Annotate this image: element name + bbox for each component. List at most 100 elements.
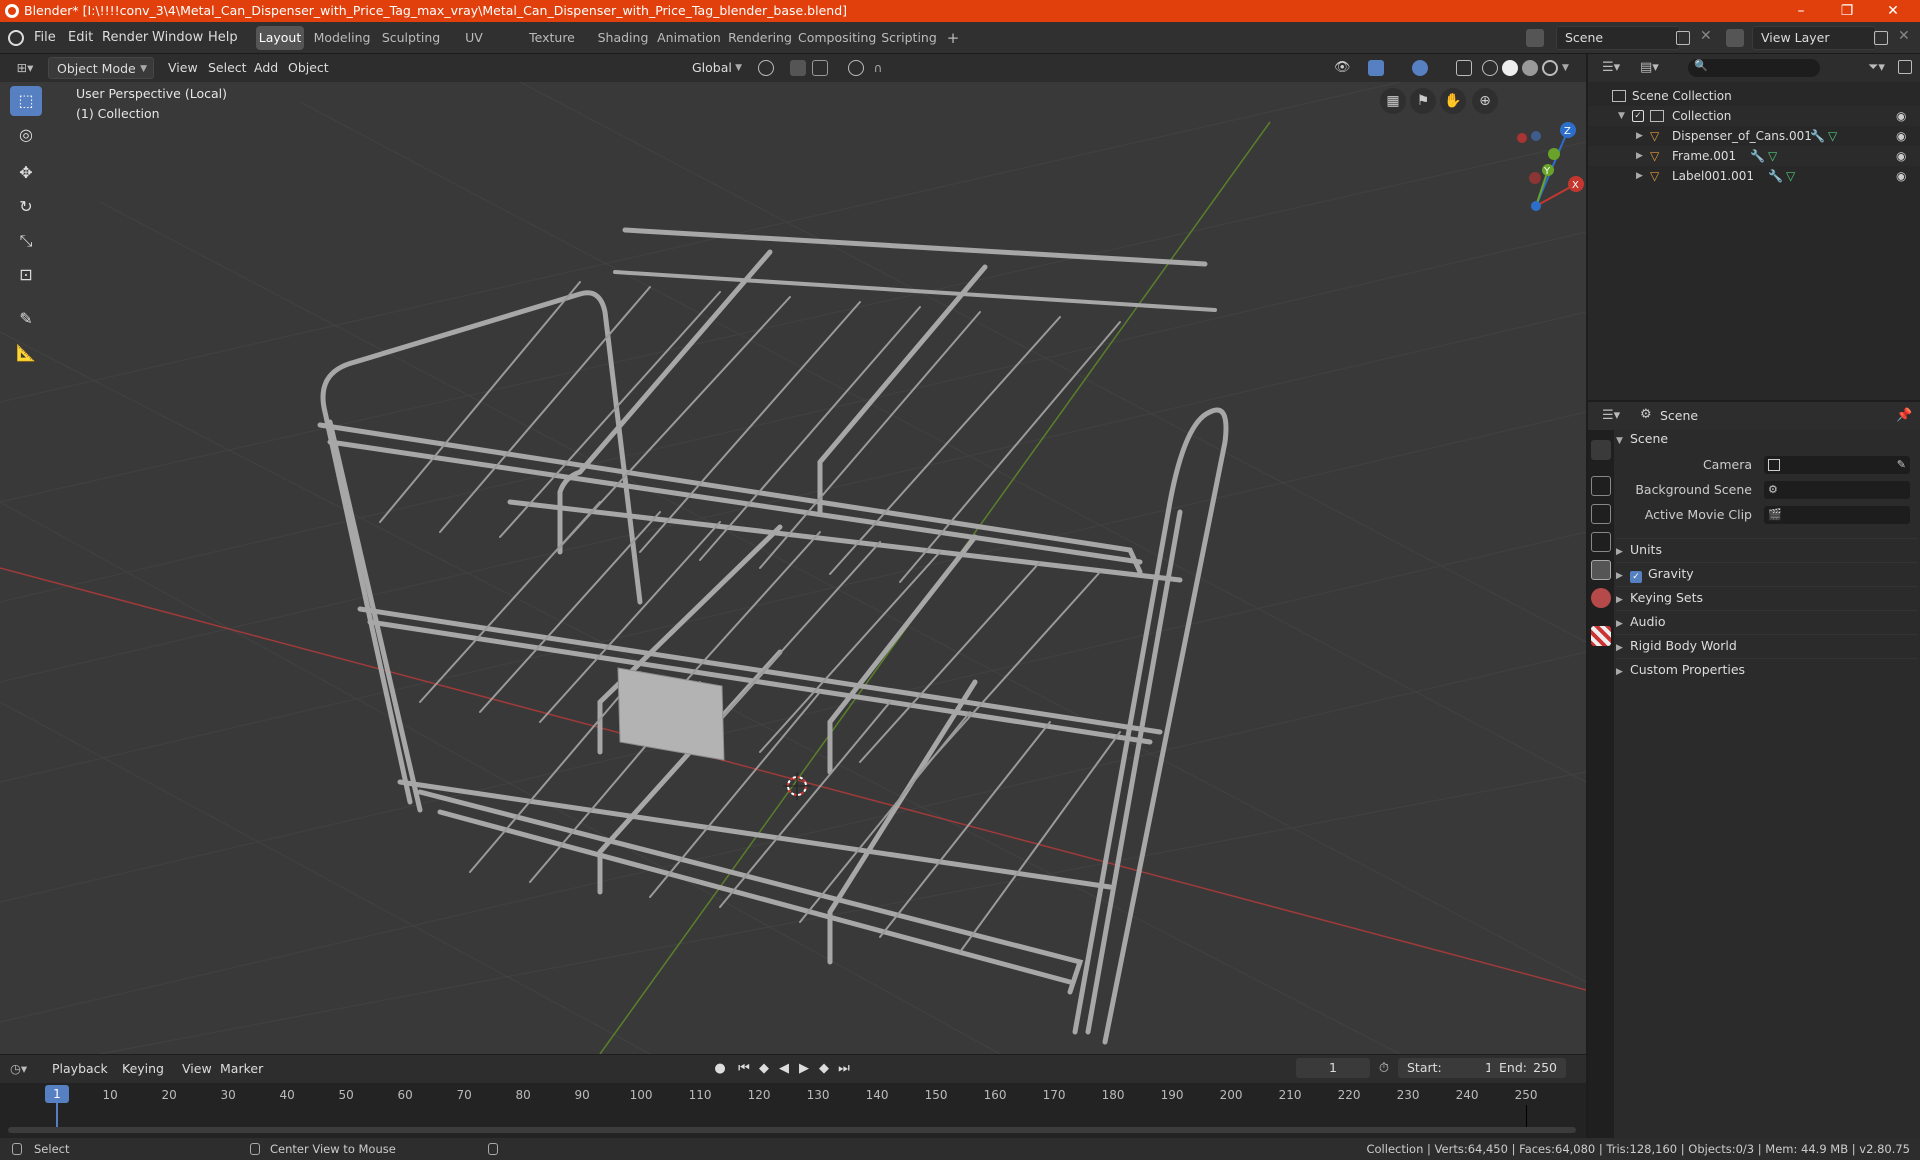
expand-arrow-icon[interactable]: ▶: [1636, 146, 1643, 166]
modifier-wrench-icon[interactable]: 🔧: [1750, 146, 1765, 166]
menu-edit[interactable]: Edit: [68, 22, 93, 54]
rigid-body-world-panel[interactable]: ▶ Rigid Body World: [1616, 634, 1918, 656]
custom-properties-panel[interactable]: ▶ Custom Properties: [1616, 658, 1918, 680]
menu-file[interactable]: File: [34, 22, 56, 54]
expand-arrow-icon[interactable]: ▶: [1636, 126, 1643, 146]
gizmo-toggle-icon[interactable]: [1368, 60, 1384, 76]
playhead-frame-badge[interactable]: 1: [45, 1085, 69, 1103]
menu-playback[interactable]: Playback: [52, 1058, 108, 1080]
outliner-row-object[interactable]: ▶ ▽ Frame.001 🔧 ▽ ◉: [1588, 146, 1920, 166]
object-mode-dropdown[interactable]: Object Mode ▼: [48, 57, 154, 79]
filter-icon[interactable]: ⏷▾: [1868, 60, 1885, 75]
menu-help[interactable]: Help: [208, 22, 238, 54]
keying-sets-panel[interactable]: ▶ Keying Sets: [1616, 586, 1918, 608]
pivot-point-icon[interactable]: [758, 60, 774, 76]
maximize-button[interactable]: ❐: [1824, 0, 1870, 22]
scale-tool-icon[interactable]: ⤡: [10, 226, 42, 256]
move-tool-icon[interactable]: ✥: [10, 158, 42, 188]
timeline-editor-icon[interactable]: ◷▾: [10, 1058, 40, 1080]
pin-icon[interactable]: 📌: [1896, 408, 1912, 423]
background-scene-field[interactable]: ⚙: [1764, 481, 1910, 499]
modifier-wrench-icon[interactable]: 🔧: [1768, 166, 1783, 186]
select-box-tool-icon[interactable]: ⬚: [10, 86, 42, 116]
properties-editor-icon[interactable]: ☰▾: [1602, 408, 1620, 423]
units-panel[interactable]: ▶ Units: [1616, 538, 1918, 560]
menu-window[interactable]: Window: [152, 22, 203, 54]
tab-scripting[interactable]: Scripting: [878, 26, 940, 50]
close-button[interactable]: ✕: [1870, 0, 1916, 22]
modifier-wrench-icon[interactable]: 🔧: [1810, 126, 1825, 146]
record-icon[interactable]: ●: [712, 1061, 728, 1077]
new-view-layer-icon[interactable]: [1874, 31, 1888, 45]
proportional-edit-icon[interactable]: [848, 60, 864, 76]
output-tab-icon[interactable]: [1591, 504, 1611, 524]
3d-viewport[interactable]: Z X Y: [0, 82, 1586, 1054]
rendered-shading-icon[interactable]: [1542, 60, 1558, 76]
visibility-eye-icon[interactable]: ◉: [1896, 166, 1906, 186]
remove-scene-icon[interactable]: ✕: [1700, 28, 1712, 44]
display-mode-icon[interactable]: ▤▾: [1640, 60, 1664, 76]
falloff-icon[interactable]: ∩: [870, 60, 886, 76]
mesh-data-icon[interactable]: ▽: [1828, 126, 1837, 146]
measure-tool-icon[interactable]: 📐: [10, 338, 42, 368]
outliner-row-scene-collection[interactable]: Scene Collection: [1588, 86, 1920, 106]
scene-tab-icon[interactable]: [1591, 560, 1611, 580]
pan-hand-icon[interactable]: ✋: [1440, 88, 1466, 114]
gravity-panel[interactable]: ▶ ✓ Gravity: [1616, 562, 1918, 584]
overlays-toggle-icon[interactable]: [1412, 60, 1428, 76]
visibility-eye-icon[interactable]: ◉: [1896, 106, 1906, 126]
tab-rendering[interactable]: Rendering: [728, 26, 792, 50]
transform-tool-icon[interactable]: ⊡: [10, 260, 42, 290]
scene-panel-header[interactable]: ▼ Scene: [1616, 428, 1918, 450]
outliner-editor-icon[interactable]: ☰▾: [1602, 60, 1626, 76]
audio-panel[interactable]: ▶ Audio: [1616, 610, 1918, 632]
xray-toggle-icon[interactable]: [1456, 60, 1472, 76]
tab-compositing[interactable]: Compositing: [798, 26, 876, 50]
play-reverse-icon[interactable]: ◀: [776, 1061, 792, 1077]
menu-object[interactable]: Object: [288, 57, 329, 79]
tool-tab-icon[interactable]: [1591, 440, 1611, 460]
tab-layout[interactable]: Layout: [256, 26, 304, 50]
wireframe-shading-icon[interactable]: [1482, 60, 1498, 76]
end-frame-field[interactable]: End: 250: [1490, 1058, 1566, 1078]
tab-animation[interactable]: Animation: [656, 26, 722, 50]
menu-view[interactable]: View: [168, 57, 198, 79]
add-workspace-button[interactable]: +: [942, 26, 964, 50]
blender-menu-icon[interactable]: [8, 30, 24, 46]
cursor-tool-icon[interactable]: ◎: [10, 120, 42, 150]
grid-view-icon[interactable]: ▦: [1380, 88, 1406, 114]
editor-type-icon[interactable]: ⊞▾: [10, 57, 40, 79]
outliner-row-object[interactable]: ▶ ▽ Dispenser_of_Cans.001 🔧 ▽ ◉: [1588, 126, 1920, 146]
viewport-canvas[interactable]: Z X Y: [0, 82, 1586, 1054]
menu-keying[interactable]: Keying: [122, 1058, 164, 1080]
scene-browse-icon[interactable]: [1526, 29, 1544, 47]
menu-render[interactable]: Render: [102, 22, 148, 54]
world-tab-icon[interactable]: [1591, 588, 1611, 608]
timeline-scrollbar[interactable]: [8, 1127, 1576, 1133]
outliner-search-input[interactable]: 🔍: [1688, 59, 1820, 77]
visibility-icon[interactable]: 👁: [1334, 60, 1351, 76]
menu-select[interactable]: Select: [208, 57, 247, 79]
jump-end-icon[interactable]: ⏭: [836, 1061, 852, 1077]
minimize-button[interactable]: –: [1778, 0, 1824, 22]
visibility-eye-icon[interactable]: ◉: [1896, 126, 1906, 146]
play-icon[interactable]: ▶: [796, 1061, 812, 1077]
eyedropper-icon[interactable]: ✎: [1897, 454, 1906, 476]
rotate-tool-icon[interactable]: ↻: [10, 192, 42, 222]
view-layer-tab-icon[interactable]: [1591, 532, 1611, 552]
texture-tab-icon[interactable]: [1591, 626, 1611, 646]
shading-options-icon[interactable]: ▼: [1562, 60, 1578, 76]
scene-name-field[interactable]: Scene: [1556, 26, 1680, 50]
expand-arrow-icon[interactable]: ▼: [1618, 106, 1625, 126]
new-collection-icon[interactable]: [1898, 60, 1912, 74]
snap-toggle-icon[interactable]: [790, 60, 806, 76]
stopwatch-icon[interactable]: ⏱: [1376, 1061, 1392, 1077]
solid-shading-icon[interactable]: [1502, 60, 1518, 76]
visibility-eye-icon[interactable]: ◉: [1896, 146, 1906, 166]
gravity-checkbox[interactable]: ✓: [1630, 571, 1642, 583]
mesh-data-icon[interactable]: ▽: [1786, 166, 1795, 186]
new-scene-icon[interactable]: [1676, 31, 1690, 45]
next-keyframe-icon[interactable]: ◆: [816, 1061, 832, 1077]
camera-field[interactable]: ✎: [1764, 456, 1910, 474]
start-frame-field[interactable]: Start:1: [1398, 1058, 1502, 1078]
